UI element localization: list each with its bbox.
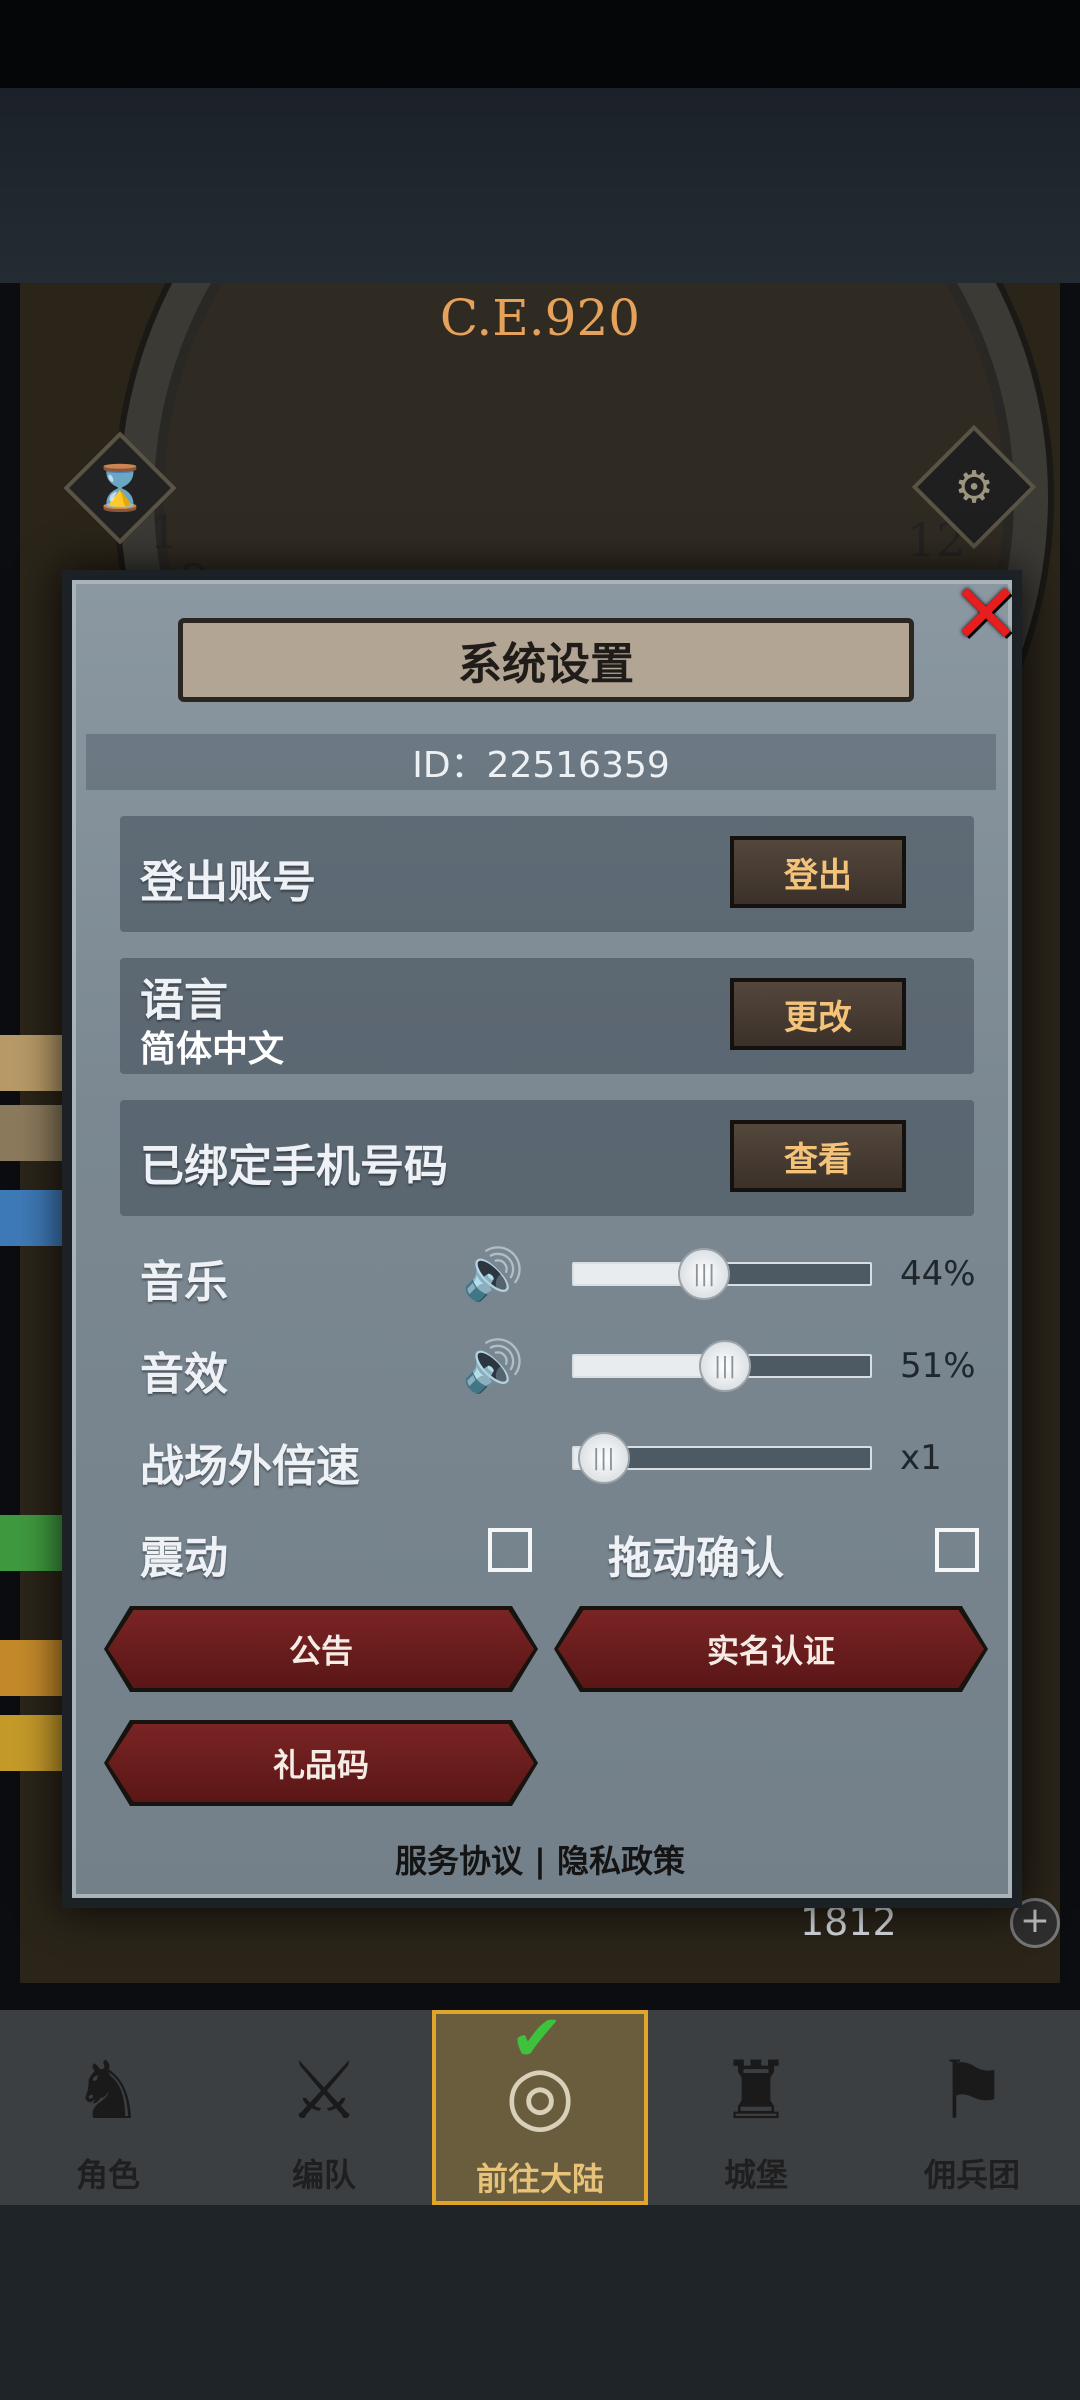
music-label: 音乐 xyxy=(140,1257,228,1308)
nav-castle[interactable]: ♜ 城堡 xyxy=(648,2010,864,2205)
sfx-label: 音效 xyxy=(140,1349,228,1400)
swords-icon[interactable] xyxy=(0,1190,62,1246)
sfx-slider[interactable]: ||| xyxy=(572,1340,872,1392)
logout-label: 登出账号 xyxy=(140,857,316,908)
drag-confirm-label: 拖动确认 xyxy=(608,1533,784,1584)
era-label: C.E.920 xyxy=(439,289,641,347)
service-agreement-link[interactable]: 服务协议 xyxy=(395,1842,523,1880)
nav-mercenary[interactable]: ⚑ 佣兵团 xyxy=(864,2010,1080,2205)
speed-slider[interactable]: ||| xyxy=(572,1432,872,1484)
legal-links: 服务协议 | 隐私政策 xyxy=(0,1836,1080,1882)
language-current: 简体中文 xyxy=(140,1029,285,1070)
speed-slider-handle[interactable]: ||| xyxy=(577,1432,630,1484)
speaker-icon[interactable]: 🔊 xyxy=(462,1336,532,1396)
giftcode-button[interactable]: 礼品码 xyxy=(108,1724,534,1802)
nav-label: 编队 xyxy=(291,2156,356,2194)
view-phone-button[interactable]: 查看 xyxy=(730,1120,906,1192)
footer-separator: | xyxy=(534,1842,546,1880)
music-value: 44% xyxy=(900,1254,976,1294)
mercenary-icon: ⚑ xyxy=(936,2044,1008,2137)
nav-character[interactable]: ♞ 角色 xyxy=(0,2010,216,2205)
sfx-value: 51% xyxy=(900,1346,976,1386)
nav-continent[interactable]: ✔ ◎ 前往大陆 xyxy=(432,2002,648,2205)
vibration-label: 震动 xyxy=(140,1533,228,1584)
target-icon[interactable] xyxy=(0,1640,62,1696)
top-banner xyxy=(0,88,1080,283)
nav-label: 前往大陆 xyxy=(475,2160,604,2198)
nav-label: 城堡 xyxy=(723,2156,788,2194)
status-bar xyxy=(0,0,1080,88)
music-slider-handle[interactable]: ||| xyxy=(678,1248,731,1300)
announcement-button[interactable]: 公告 xyxy=(108,1610,534,1688)
language-label: 语言 xyxy=(140,975,228,1026)
knight-icon: ♞ xyxy=(72,2044,144,2137)
battle-icon[interactable] xyxy=(0,1515,62,1571)
realname-button[interactable]: 实名认证 xyxy=(558,1610,984,1688)
dialog-title: 系统设置 xyxy=(178,618,914,702)
map-icon[interactable] xyxy=(0,1105,62,1161)
search-icon[interactable] xyxy=(0,1715,62,1771)
speed-label: 战场外倍速 xyxy=(140,1441,360,1492)
bottom-banner xyxy=(0,2205,1080,2400)
drag-confirm-checkbox[interactable] xyxy=(935,1528,979,1572)
nav-squad[interactable]: ⚔ 编队 xyxy=(216,2010,432,2205)
scroll-icon[interactable] xyxy=(0,1035,62,1091)
phone-label: 已绑定手机号码 xyxy=(140,1141,448,1192)
player-id: ID：22516359 xyxy=(86,734,996,790)
close-icon[interactable]: ✕ xyxy=(946,565,1026,663)
language-row: 语言 简体中文 更改 xyxy=(120,958,974,1074)
sfx-slider-handle[interactable]: ||| xyxy=(698,1340,751,1392)
squad-icon: ⚔ xyxy=(288,2044,360,2137)
phone-row: 已绑定手机号码 查看 xyxy=(120,1100,974,1216)
music-slider[interactable]: ||| xyxy=(572,1248,872,1300)
vibration-checkbox[interactable] xyxy=(488,1528,532,1572)
change-language-button[interactable]: 更改 xyxy=(730,978,906,1050)
nav-label: 佣兵团 xyxy=(923,2156,1020,2194)
logout-row: 登出账号 登出 xyxy=(120,816,974,932)
privacy-policy-link[interactable]: 隐私政策 xyxy=(557,1842,685,1880)
speaker-icon[interactable]: 🔊 xyxy=(462,1244,532,1304)
speed-value: x1 xyxy=(900,1438,942,1478)
nav-label: 角色 xyxy=(75,2156,140,2194)
logout-button[interactable]: 登出 xyxy=(730,836,906,908)
continent-icon: ◎ xyxy=(505,2048,575,2141)
castle-icon: ♜ xyxy=(720,2044,792,2137)
